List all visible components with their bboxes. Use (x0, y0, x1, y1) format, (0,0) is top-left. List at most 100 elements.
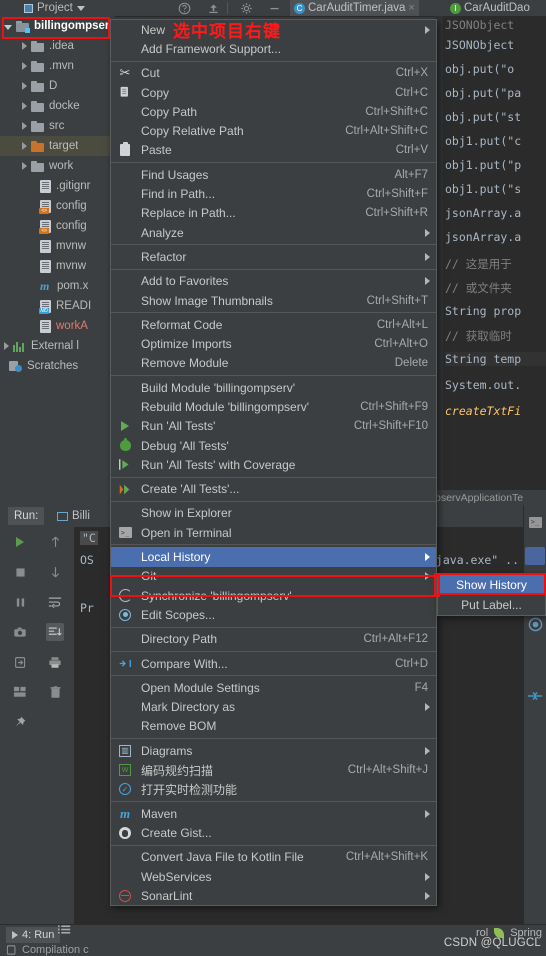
menu-item-add-framework-support[interactable]: Add Framework Support... (111, 39, 436, 58)
chevron-right-icon[interactable] (22, 122, 27, 130)
menu-item-cut[interactable]: ✂ Cut Ctrl+X (111, 64, 436, 83)
run-configuration-tab[interactable]: Billi (57, 507, 90, 525)
menu-item-show-image-thumbnails[interactable]: Show Image Thumbnails Ctrl+Shift+T (111, 291, 436, 310)
menu-item-find-usages[interactable]: Find Usages Alt+F7 (111, 165, 436, 184)
menu-item-create-gist[interactable]: Create Gist... (111, 823, 436, 842)
menu-item-copy-path[interactable]: Copy Path Ctrl+Shift+C (111, 102, 436, 121)
scroll-to-end-icon[interactable] (46, 623, 64, 641)
menu-item-open-in-terminal[interactable]: >_ Open in Terminal (111, 523, 436, 542)
breadcrumb[interactable]: pservApplicationTe (435, 490, 546, 505)
tree-item-config-1[interactable]: <> config (0, 196, 115, 216)
menu-item-analyze[interactable]: Analyze (111, 223, 436, 242)
menu-item-realtime-detect[interactable]: ✓ 打开实时检测功能 (111, 780, 436, 799)
menu-item-code-scan[interactable]: W 编码规约扫描 Ctrl+Alt+Shift+J (111, 760, 436, 779)
code-editor[interactable]: JSONObject JSONObject obj.put("o obj.put… (435, 16, 546, 511)
highlight-box-icon[interactable] (525, 547, 545, 565)
menu-item-copy[interactable]: Copy Ctrl+C (111, 83, 436, 102)
menu-item-optimize-imports[interactable]: Optimize Imports Ctrl+Alt+O (111, 334, 436, 353)
tree-item-worka[interactable]: workA (0, 316, 115, 336)
rerun-button[interactable] (11, 533, 29, 551)
terminal-icon[interactable]: >_ (526, 513, 544, 531)
menu-item-compare-with[interactable]: Compare With... Ctrl+D (111, 654, 436, 673)
context-menu[interactable]: New 选中项目右键 Add Framework Support... ✂ Cu… (110, 19, 437, 907)
menu-item-local-history[interactable]: Local History (111, 547, 436, 567)
chevron-right-icon[interactable] (22, 142, 27, 150)
menu-item-open-module-settings[interactable]: Open Module Settings F4 (111, 678, 436, 697)
chevron-down-icon[interactable] (76, 5, 85, 11)
editor-tab-1[interactable]: I CarAuditDao (446, 0, 534, 16)
menu-item-replace-in-path[interactable]: Replace in Path... Ctrl+Shift+R (111, 204, 436, 223)
menu-item-find-in-path[interactable]: Find in Path... Ctrl+Shift+F (111, 184, 436, 203)
settings-gear-icon[interactable] (240, 2, 253, 15)
chevron-right-icon[interactable] (22, 162, 27, 170)
menu-item-remove-bom[interactable]: Remove BOM (111, 717, 436, 736)
tree-item-idea[interactable]: .idea (0, 36, 115, 56)
menu-item-remove-module[interactable]: Remove Module Delete (111, 354, 436, 373)
menu-item-directory-path[interactable]: Directory Path Ctrl+Alt+F12 (111, 630, 436, 649)
chevron-down-icon[interactable] (4, 24, 12, 30)
menu-item-mark-directory-as[interactable]: Mark Directory as (111, 698, 436, 717)
chevron-right-icon[interactable] (22, 82, 27, 90)
menu-item-synchronize[interactable]: Synchronize 'billingompserv' (111, 586, 436, 605)
chevron-right-icon[interactable] (22, 62, 27, 70)
menu-item-reformat-code[interactable]: Reformat Code Ctrl+Alt+L (111, 315, 436, 334)
trash-icon[interactable] (46, 683, 64, 701)
project-tree[interactable]: billingompserv .idea .mvn D docke src ta… (0, 16, 115, 498)
tree-item-billingompserv[interactable]: billingompserv (0, 16, 115, 36)
record-icon[interactable] (526, 615, 544, 633)
menu-item-edit-scopes[interactable]: Edit Scopes... (111, 605, 436, 624)
submenu-item-put-label[interactable]: Put Label... (438, 595, 545, 615)
menu-item-build-module[interactable]: Build Module 'billingompserv' (111, 378, 436, 397)
menu-item-paste[interactable]: Paste Ctrl+V (111, 141, 436, 160)
tree-item-target[interactable]: target (0, 136, 115, 156)
tree-item-config-2[interactable]: <> config (0, 216, 115, 236)
menu-item-add-to-favorites[interactable]: Add to Favorites (111, 272, 436, 291)
menu-item-create-all-tests[interactable]: Create 'All Tests'... (111, 480, 436, 499)
tree-item-mvn[interactable]: .mvn (0, 56, 115, 76)
tree-item-src[interactable]: src (0, 116, 115, 136)
menu-item-rebuild-module[interactable]: Rebuild Module 'billingompserv' Ctrl+Shi… (111, 397, 436, 416)
tree-item-mvnw-1[interactable]: mvnw (0, 236, 115, 256)
pin-icon[interactable] (11, 713, 29, 731)
export-icon[interactable] (11, 653, 29, 671)
menu-item-refactor[interactable]: Refactor (111, 247, 436, 266)
menu-item-debug-all-tests[interactable]: Debug 'All Tests' (111, 436, 436, 455)
menu-item-diagrams[interactable]: ▥ Diagrams (111, 741, 436, 760)
status-list-icon[interactable] (58, 924, 71, 935)
run-tab-label[interactable]: Run: (8, 507, 45, 525)
down-arrow-icon[interactable] (46, 563, 64, 581)
help-icon[interactable] (178, 2, 191, 15)
editor-tab-0[interactable]: C CarAuditTimer.java × (290, 0, 419, 16)
chevron-right-icon[interactable] (22, 42, 27, 50)
tree-item-docker[interactable]: docke (0, 96, 115, 116)
status-run-tab[interactable]: 4: Run (6, 927, 61, 943)
pause-button[interactable] (11, 593, 29, 611)
menu-item-git[interactable]: Git (111, 567, 436, 586)
local-history-submenu[interactable]: Show History Put Label... (437, 574, 546, 616)
upload-icon[interactable] (207, 2, 220, 15)
camera-icon[interactable] (11, 623, 29, 641)
stop-button[interactable] (11, 563, 29, 581)
project-tool-window-header[interactable]: Project (24, 0, 85, 16)
menu-item-run-all-tests[interactable]: Run 'All Tests' Ctrl+Shift+F10 (111, 417, 436, 436)
tree-item-scratches[interactable]: Scratches (0, 356, 115, 376)
tree-item-mvnw-2[interactable]: mvnw (0, 256, 115, 276)
up-arrow-icon[interactable] (46, 533, 64, 551)
submenu-item-show-history[interactable]: Show History (438, 575, 545, 595)
print-icon[interactable] (46, 653, 64, 671)
menu-item-run-with-coverage[interactable]: Run 'All Tests' with Coverage (111, 455, 436, 474)
tree-item-gitignore[interactable]: .gitignr (0, 176, 115, 196)
menu-item-show-in-explorer[interactable]: Show in Explorer (111, 504, 436, 523)
chevron-right-icon[interactable] (4, 342, 9, 350)
collapse-icon[interactable] (526, 687, 544, 705)
menu-item-sonarlint[interactable]: SonarLint (111, 886, 436, 905)
menu-item-convert-java-to-kotlin[interactable]: Convert Java File to Kotlin File Ctrl+Al… (111, 848, 436, 867)
tree-item-readme[interactable]: MD READI (0, 296, 115, 316)
tree-item-external-libraries[interactable]: External l (0, 336, 115, 356)
layout-icon[interactable] (11, 683, 29, 701)
minimize-icon[interactable] (268, 2, 281, 15)
soft-wrap-icon[interactable] (46, 593, 64, 611)
chevron-right-icon[interactable] (22, 102, 27, 110)
menu-item-new[interactable]: New 选中项目右键 (111, 20, 436, 41)
menu-item-webservices[interactable]: WebServices (111, 867, 436, 886)
